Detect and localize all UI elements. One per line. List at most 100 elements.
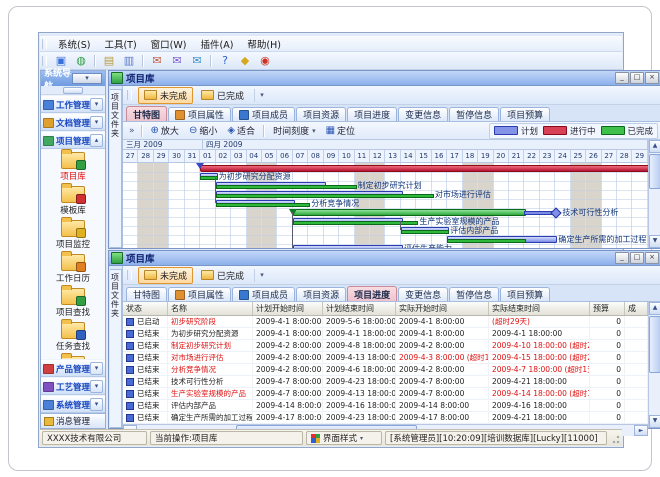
lock-icon[interactable]: ◆ [236, 53, 254, 69]
scroll-up-icon[interactable]: ▲ [649, 302, 660, 315]
restore-button[interactable]: □ [630, 72, 644, 84]
chevron-down-icon[interactable]: ▾ [90, 116, 103, 129]
scroll-down-icon[interactable]: ▼ [649, 415, 660, 428]
side-tab-project-folder[interactable]: 项目文件夹 [109, 86, 123, 248]
table-row[interactable]: 已启动初步研究阶段2009-4-1 8:00:002009-5-6 18:00:… [123, 316, 648, 328]
filter-overflow-button[interactable]: ▾ [254, 269, 269, 282]
sidebar-section-项目管理[interactable]: 项目管理▴ [41, 132, 105, 149]
time-scale-button[interactable]: 时间刻度▾ [268, 122, 321, 139]
locate-button[interactable]: ▦定位 [321, 122, 360, 139]
menu-item[interactable]: 系统(S) [51, 36, 97, 52]
mail-new-icon[interactable]: ✉ [188, 53, 206, 69]
column-header-实际开始时间[interactable]: 实际开始时间 [396, 302, 489, 315]
sidebar-item-模板库[interactable]: 模板库 [60, 186, 86, 216]
close-button[interactable]: × [645, 72, 659, 84]
chevron-down-icon[interactable]: ▾ [90, 380, 103, 393]
filter-已完成[interactable]: 已完成 [195, 267, 250, 284]
filter-overflow-button[interactable]: ▾ [254, 89, 269, 102]
table-row[interactable]: 已结束确定生产所需的加工过程2009-4-17 8:00:002009-4-23… [123, 412, 648, 424]
table-vertical-scrollbar[interactable]: ▲ ▼ [648, 302, 660, 428]
close-button[interactable]: × [645, 252, 659, 264]
column-header-成[interactable]: 成 [625, 302, 648, 315]
sidebar-item-项目库[interactable]: 项目库 [60, 152, 86, 182]
table-row[interactable]: 已结束对市场进行评估2009-4-2 8:00:002009-4-13 18:0… [123, 352, 648, 364]
tab-message-management[interactable]: 消息管理 [41, 413, 105, 428]
scroll-up-icon[interactable]: ▲ [649, 140, 660, 153]
tab-项目成员[interactable]: 项目成员 [232, 287, 295, 301]
tab-甘特图[interactable]: 甘特图 [126, 287, 167, 301]
chevron-down-icon[interactable]: ▾ [90, 362, 103, 375]
scroll-thumb[interactable] [649, 154, 660, 189]
mail-read-icon[interactable]: ✉ [168, 53, 186, 69]
sidebar-section-系统管理[interactable]: 系统管理▾ [41, 396, 105, 413]
column-header-名称[interactable]: 名称 [168, 302, 253, 315]
table-row[interactable]: 已结束技术可行性分析2009-4-7 8:00:002009-4-23 18:0… [123, 376, 648, 388]
zoom-in-button[interactable]: ⊕放大 [146, 122, 184, 139]
table-row[interactable]: 已结束为初步研究分配资源2009-4-1 8:00:002009-4-1 18:… [123, 328, 648, 340]
tab-变更信息[interactable]: 变更信息 [398, 287, 448, 301]
chevron-down-icon[interactable]: ▾ [90, 398, 103, 411]
sidebar-collapse-button[interactable] [63, 87, 83, 94]
menu-item[interactable]: 插件(A) [193, 36, 240, 52]
table-row[interactable]: 已结束制定初步研究计划2009-4-2 8:00:002009-4-8 18:0… [123, 340, 648, 352]
tab-项目预算[interactable]: 项目预算 [500, 287, 550, 301]
menu-item[interactable]: 工具(T) [97, 36, 143, 52]
scroll-thumb[interactable] [649, 316, 660, 373]
exit-icon[interactable]: ◉ [256, 53, 274, 69]
minimize-button[interactable]: _ [615, 252, 629, 264]
filter-已完成[interactable]: 已完成 [195, 87, 250, 104]
tab-甘特图[interactable]: 甘特图 [126, 106, 167, 121]
sidebar-section-工作管理[interactable]: 工作管理▾ [41, 96, 105, 113]
sidebar-item-项目文档查找[interactable]: 项目文档查找 [48, 356, 99, 359]
pin-icon[interactable]: ▾ [72, 73, 102, 84]
gantt-vertical-scrollbar[interactable]: ▲ ▼ [648, 140, 660, 248]
tab-项目资源[interactable]: 项目资源 [296, 107, 346, 121]
scroll-down-icon[interactable]: ▼ [649, 235, 660, 248]
tab-项目属性[interactable]: 项目属性 [168, 107, 231, 121]
sidebar-section-工艺管理[interactable]: 工艺管理▾ [41, 378, 105, 395]
gantt-row[interactable]: 评估生产能力 [123, 244, 648, 248]
zoom-out-button[interactable]: ⊖缩小 [184, 122, 222, 139]
scroll-right-icon[interactable]: ► [634, 425, 648, 436]
sidebar-section-文档管理[interactable]: 文档管理▾ [41, 114, 105, 131]
tab-项目进度[interactable]: 项目进度 [347, 286, 397, 301]
more-tools-button[interactable]: » [126, 126, 138, 136]
tab-项目成员[interactable]: 项目成员 [232, 107, 295, 121]
sidebar-item-任务查找[interactable]: 任务查找 [56, 322, 90, 352]
tab-变更信息[interactable]: 变更信息 [398, 107, 448, 121]
restore-button[interactable]: □ [630, 252, 644, 264]
sidebar-item-项目监控[interactable]: 项目监控 [56, 220, 90, 250]
column-header-实际结束时间[interactable]: 实际结束时间 [489, 302, 590, 315]
tab-项目资源[interactable]: 项目资源 [296, 287, 346, 301]
column-header-预算[interactable]: 预算 [590, 302, 625, 315]
help-icon[interactable]: ? [216, 53, 234, 69]
browser-icon[interactable]: ◍ [72, 53, 90, 69]
filter-未完成[interactable]: 未完成 [138, 267, 193, 284]
sidebar-section-产品管理[interactable]: 产品管理▾ [41, 360, 105, 377]
tab-项目进度[interactable]: 项目进度 [347, 107, 397, 121]
minimize-button[interactable]: _ [615, 72, 629, 84]
side-tab-project-folder[interactable]: 项目文件夹 [109, 266, 123, 428]
mail-icon[interactable]: ✉ [148, 53, 166, 69]
tab-项目预算[interactable]: 项目预算 [500, 107, 550, 121]
column-header-计划开始时间[interactable]: 计划开始时间 [253, 302, 323, 315]
column-header-状态[interactable]: 状态 [123, 302, 168, 315]
ui-style-button[interactable]: 界面样式 ▾ [306, 431, 382, 445]
fit-button[interactable]: ◈适合 [222, 122, 260, 139]
chevron-down-icon[interactable]: ▾ [90, 98, 103, 111]
tab-暂停信息[interactable]: 暂停信息 [449, 107, 499, 121]
column-header-计划结束时间[interactable]: 计划结束时间 [323, 302, 396, 315]
table-row[interactable]: 已结束分析竞争情况2009-4-2 8:00:002009-4-6 18:00:… [123, 364, 648, 376]
sidebar-item-工作日历[interactable]: 工作日历 [56, 254, 90, 284]
filter-未完成[interactable]: 未完成 [138, 87, 193, 104]
folder-closed-icon[interactable]: ▤ [100, 53, 118, 69]
table-row[interactable]: 已结束生产实验室规模的产品2009-4-7 8:00:002009-4-13 1… [123, 388, 648, 400]
menu-item[interactable]: 窗口(W) [144, 36, 194, 52]
folder-open-icon[interactable]: ▥ [120, 53, 138, 69]
sidebar-item-项目查找[interactable]: 项目查找 [56, 288, 90, 318]
chevron-up-icon[interactable]: ▴ [90, 134, 103, 147]
tab-暂停信息[interactable]: 暂停信息 [449, 287, 499, 301]
menu-item[interactable]: 帮助(H) [240, 36, 288, 52]
resize-grip[interactable] [610, 432, 620, 444]
tab-项目属性[interactable]: 项目属性 [168, 287, 231, 301]
